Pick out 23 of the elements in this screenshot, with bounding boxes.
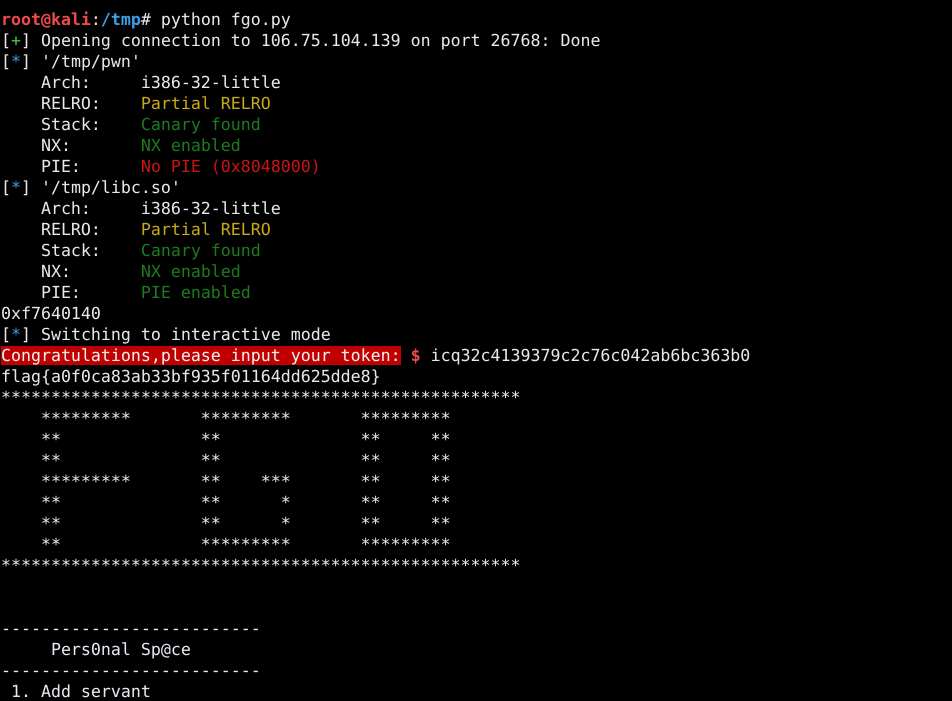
terminal-line: RELRO: Partial RELRO [40,219,272,240]
terminal-line: Arch: i386-32-little [40,198,282,219]
terminal-line: [*] Switching to interactive mode [1,324,332,345]
menu-line: 1. Add servant [10,681,152,701]
terminal-line: Stack: Canary found [40,240,262,261]
terminal-line: Stack: Canary found [40,114,262,135]
terminal-line: [+] Opening connection to 106.75.104.139 on port 26768: Done [1,30,602,51]
terminal-line: [*] '/tmp/pwn' [1,51,142,72]
terminal-line: flag{a0f0ca83ab33bf935f01164dd625dde8} [1,366,382,387]
terminal-line: Arch: i386-32-little [40,72,282,93]
terminal-line: NX: NX enabled [40,261,242,282]
terminal-line: 0xf7640140 [1,303,102,324]
ascii-art-text: **************************************************** ********* ********* ********* ** ** ** ** ** ** ** ** ********* ** *** ** ** ** ** * ** ** ** ** * ** ** ** ********* ********* **************************************************** [1,387,520,576]
terminal-line: RELRO: Partial RELRO [40,93,272,114]
terminal-line: root@kali:/tmp# python fgo.py [1,9,292,30]
menu-line: Pers0nal Sp@ce [50,639,192,660]
menu-line: -------------------------- [1,660,262,681]
terminal-line: [*] '/tmp/libc.so' [1,177,182,198]
menu-line: -------------------------- [1,618,262,639]
terminal-line: Congratulations,please input your token: $ icq32c4139379c2c76c042ab6bc363b0 [1,345,752,366]
terminal-line: PIE: No PIE (0x8048000) [40,156,322,177]
terminal-line: PIE: PIE enabled [40,282,252,303]
terminal-line: NX: NX enabled [40,135,242,156]
